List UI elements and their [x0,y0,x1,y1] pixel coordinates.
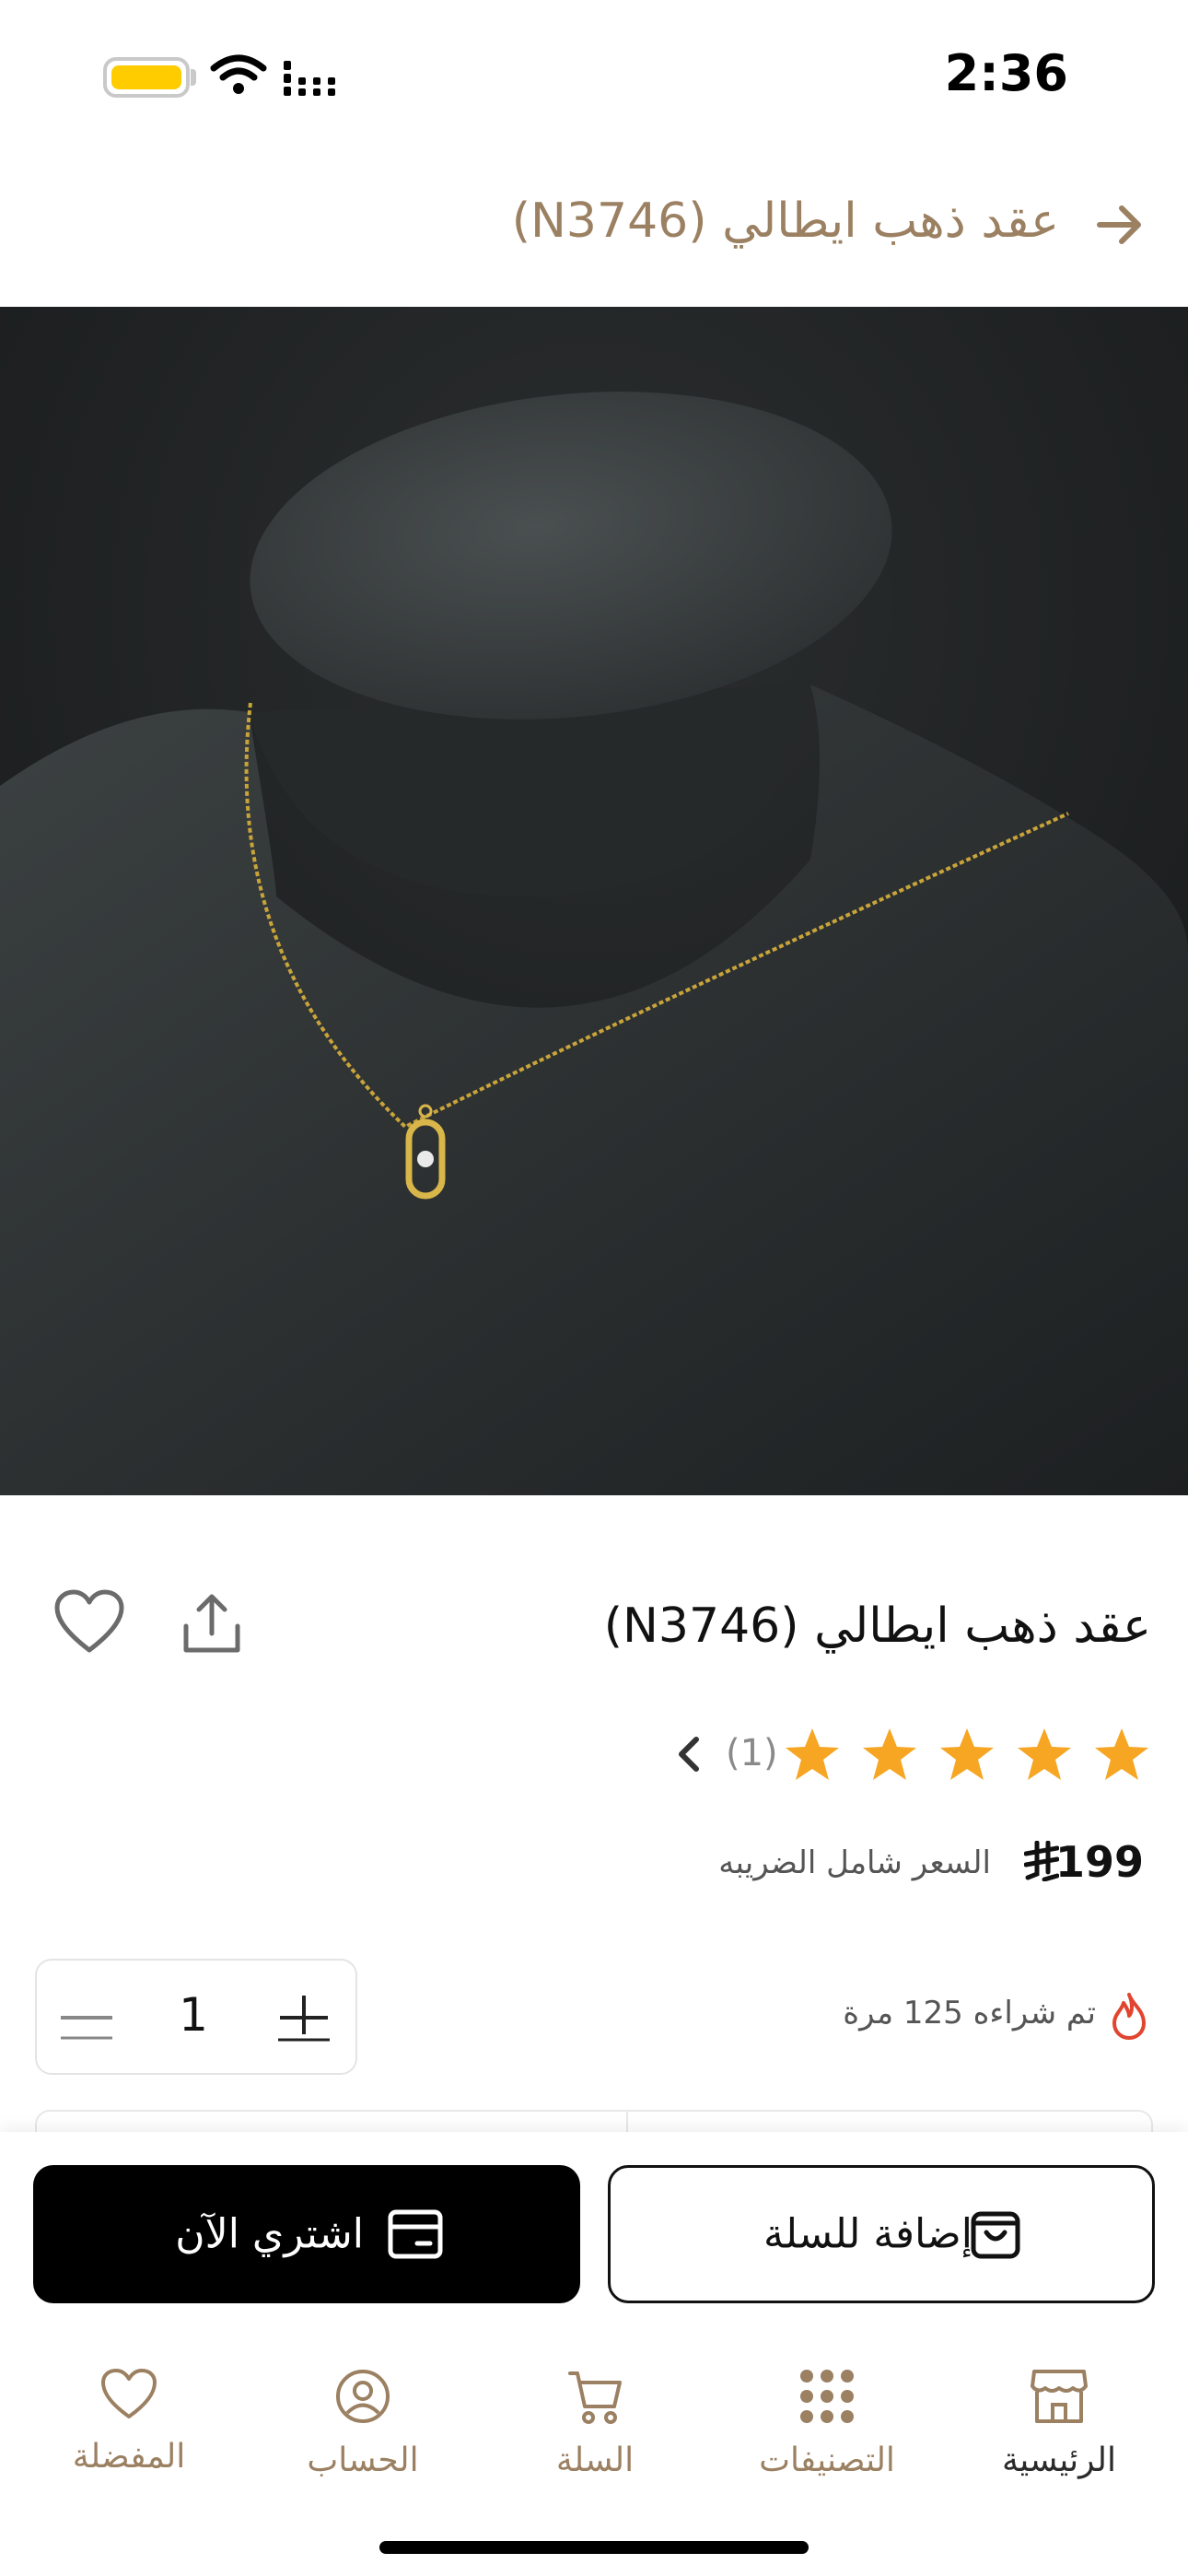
buy-now-label: اشتري الآن [175,2210,364,2258]
tab-cart-label: السلة [555,2441,635,2479]
rating-star-icon [786,1728,839,1780]
riyal-currency-icon [1024,1841,1059,1881]
buy-now-button[interactable]: اشتري الآن [33,2165,580,2303]
necklace-on-bust-illustration [0,307,1188,1495]
rating-star-icon [1018,1728,1071,1780]
rating-star-icon [863,1728,916,1780]
tab-categories[interactable]: التصنيفات [726,2368,928,2479]
price-value: 199 [1055,1837,1145,1887]
favorite-heart-icon[interactable] [53,1589,125,1656]
rating-star-icon [940,1728,994,1780]
tab-cart[interactable]: السلة [494,2368,696,2479]
battery-icon [103,57,190,98]
share-icon[interactable] [177,1589,247,1659]
tab-home[interactable]: الرئيسية [958,2368,1160,2479]
add-to-cart-label: إضافة للسلة [763,2210,973,2258]
tab-home-label: الرئيسية [1002,2441,1116,2479]
battery-tip [191,69,196,86]
shopping-bag-icon [971,2211,1020,2259]
tab-favorites-label: المفضلة [72,2438,186,2476]
product-image[interactable] [0,307,1188,1495]
credit-card-icon [388,2209,443,2259]
decrease-quantity-button[interactable] [57,1992,116,2043]
user-circle-icon [336,2370,390,2423]
heart-icon [101,2369,157,2418]
add-to-cart-button[interactable]: إضافة للسلة [608,2165,1155,2303]
tab-categories-label: التصنيفات [759,2441,895,2479]
fire-icon [1112,1993,1146,2040]
status-time: 2:36 [944,44,1068,102]
price-tax-note: السعر شامل الضريبه [718,1844,991,1881]
rating-count[interactable]: (1) [726,1732,778,1774]
chevron-left-icon[interactable] [672,1732,705,1776]
home-indicator [379,2541,809,2554]
increase-quantity-button[interactable] [274,1992,333,2043]
back-arrow-icon[interactable] [1094,199,1146,251]
tab-account-label: الحساب [307,2441,419,2479]
cellular-signal-icon [284,61,335,96]
grid-dots-icon [800,2370,854,2423]
tab-account[interactable]: الحساب [262,2368,464,2479]
sold-count-note: تم شراءه 125 مرة [843,1995,1096,2032]
wifi-icon [210,54,267,94]
tab-favorites[interactable]: المفضلة [28,2368,230,2476]
store-icon [1031,2370,1088,2423]
page-title: عقد ذهب ايطالي (N3746) [511,193,1059,249]
quantity-value[interactable]: 1 [166,1988,221,2042]
rating-star-icon [1095,1728,1148,1780]
product-name: عقد ذهب ايطالي (N3746) [603,1598,1151,1654]
cart-icon [568,2371,622,2424]
